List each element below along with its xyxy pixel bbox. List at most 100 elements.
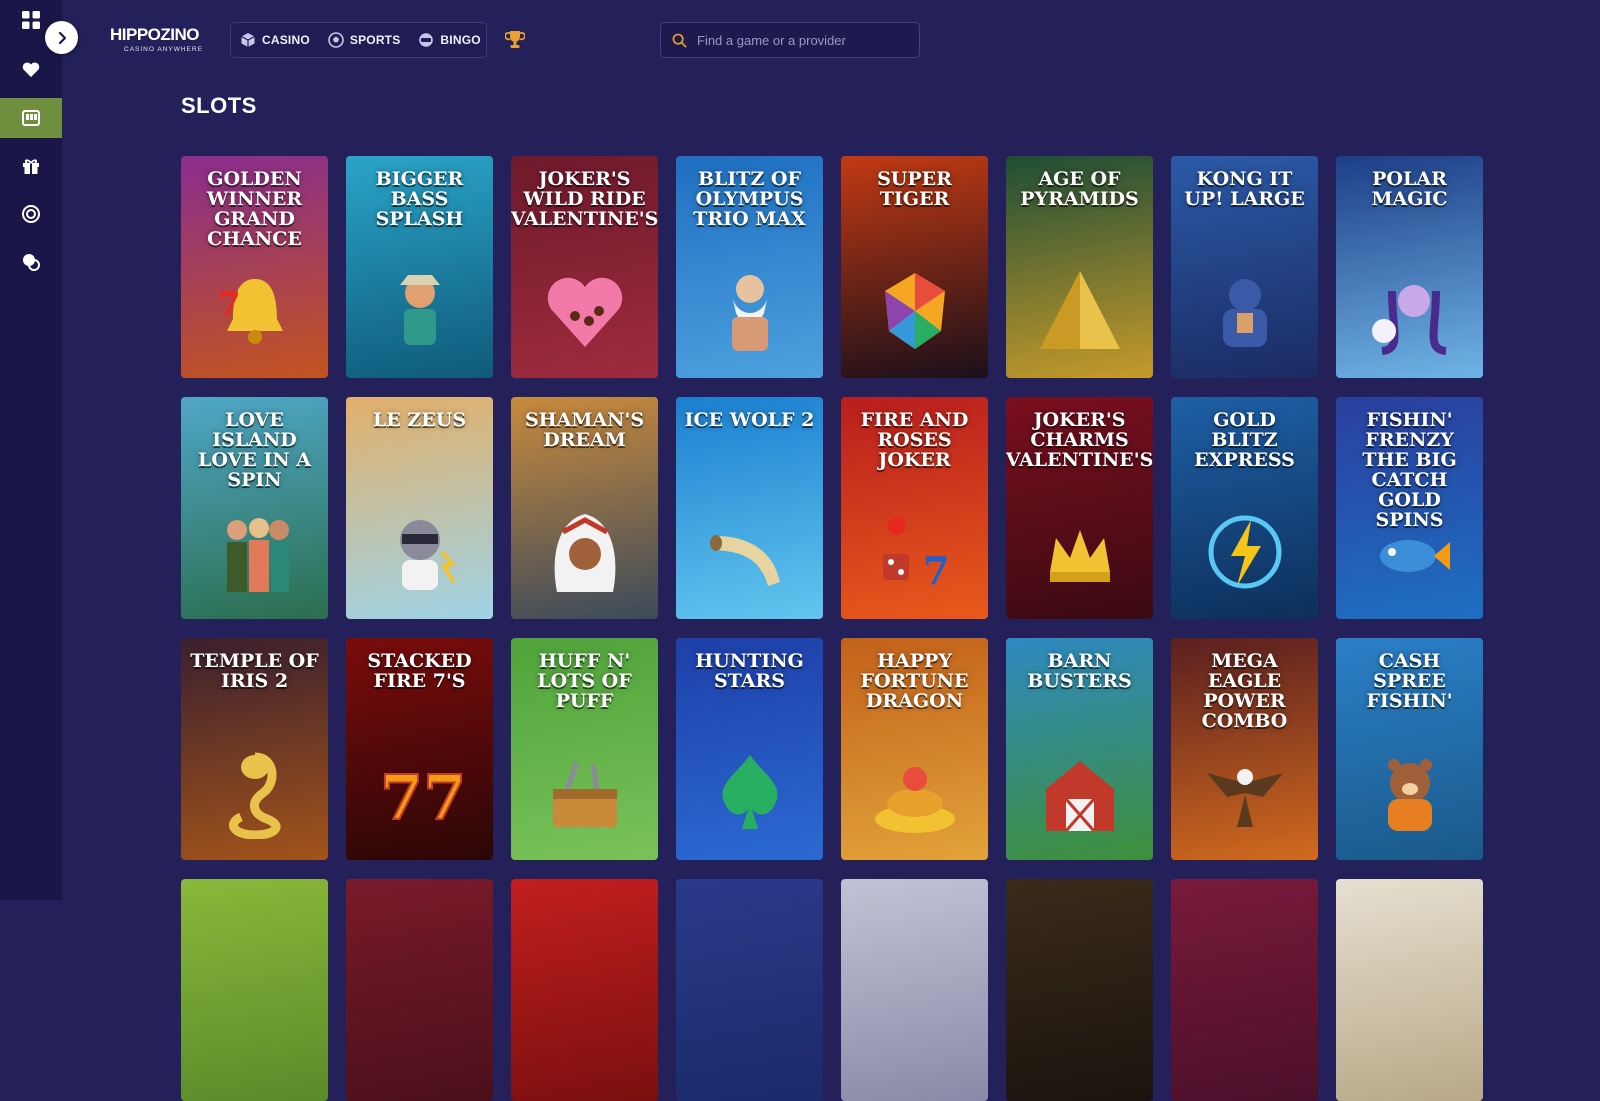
game-artwork [676,722,823,860]
game-title: Huff N' Lots of Puff [537,650,632,712]
tournaments-button[interactable] [504,29,526,51]
game-title: Love Island Love in a Spin [197,409,312,491]
game-artwork [676,481,823,619]
sidebar [0,0,62,900]
game-title: Le Zeus [372,409,467,431]
chevron-right-icon [58,31,66,44]
game-tile[interactable]: Mega Eagle Power Combo [1171,638,1318,860]
game-tile[interactable]: Love Island Love in a Spin [181,397,328,619]
game-tile[interactable] [676,879,823,1101]
game-title: Stacked Fire 7's [367,650,472,692]
game-tile[interactable]: Happy Fortune Dragon [841,638,988,860]
game-title: Gold Blitz Express [1194,409,1295,471]
game-title: Joker's Charms Valentine's [1006,409,1153,471]
game-artwork [511,722,658,860]
game-artwork: 77 [346,722,493,860]
sidebar-item-rewards[interactable] [0,194,62,234]
game-tile[interactable]: Le Zeus [346,397,493,619]
game-title: Hunting Stars [695,650,804,692]
tab-casino-label: CASINO [262,33,310,47]
game-tile[interactable]: Huff N' Lots of Puff [511,638,658,860]
sidebar-item-support[interactable] [0,242,62,282]
game-artwork [346,481,493,619]
grid-icon [22,11,40,29]
game-title: Shaman's Dream [524,409,645,451]
search-icon [672,33,687,47]
sidebar-item-promotions[interactable] [0,146,62,186]
game-tile[interactable]: Joker's Charms Valentine's [1006,397,1153,619]
logo-tagline: CASINO ANYWHERE [124,46,203,53]
game-tile[interactable]: 7 Golden Winner Grand Chance [181,156,328,378]
game-title: Golden Winner Grand Chance [206,168,303,250]
svg-text:7: 7 [217,285,241,325]
game-title: Barn Busters [1027,650,1132,692]
tab-bingo-label: BINGO [440,33,481,47]
game-tile[interactable]: Barn Busters [1006,638,1153,860]
logo-wordmark: HIPPOZINO [110,25,200,44]
tab-casino[interactable]: CASINO [240,32,310,48]
game-artwork [1006,240,1153,378]
game-artwork [676,240,823,378]
game-artwork [1171,240,1318,378]
game-artwork [1336,481,1483,619]
game-tile[interactable] [346,879,493,1101]
search-input[interactable] [697,32,907,48]
game-artwork: 7 [841,481,988,619]
game-tile[interactable]: Fishin' Frenzy The Big Catch Gold Spins [1336,397,1483,619]
chat-icon [23,254,40,271]
game-tile[interactable]: Super Tiger [841,156,988,378]
game-title: Polar Magic [1371,168,1448,210]
game-tile[interactable] [1171,879,1318,1101]
svg-text:7: 7 [923,548,949,593]
game-artwork [181,722,328,860]
game-tile[interactable]: Kong It Up! Large [1171,156,1318,378]
games-grid: 7 Golden Winner Grand Chance Bigger Bass S… [181,156,1483,1101]
hippozino-logo[interactable]: HIPPOZINO CASINO ANYWHERE [110,25,210,57]
game-tile[interactable] [511,879,658,1101]
sidebar-item-slots[interactable] [0,98,62,138]
cube-icon [241,33,255,47]
game-tile[interactable]: Age of Pyramids [1006,156,1153,378]
game-title: Cash Spree Fishin' [1366,650,1453,712]
game-artwork [511,240,658,378]
gift-icon [23,159,39,174]
game-artwork [1171,722,1318,860]
game-tile[interactable]: Joker's Wild Ride Valentine's [511,156,658,378]
game-tile[interactable] [841,879,988,1101]
game-tile[interactable]: Bigger Bass Splash [346,156,493,378]
product-tabs: CASINO SPORTS BINGO [230,22,487,58]
game-tile[interactable]: Polar Magic [1336,156,1483,378]
game-artwork [1006,722,1153,860]
game-title: Mega Eagle Power Combo [1201,650,1288,732]
game-tile[interactable]: 77 Stacked Fire 7's [346,638,493,860]
game-title: Bigger Bass Splash [375,168,464,230]
game-tile[interactable]: Shaman's Dream [511,397,658,619]
game-title: Happy Fortune Dragon [860,650,969,712]
search-bar[interactable] [660,22,920,58]
game-tile[interactable]: Cash Spree Fishin' [1336,638,1483,860]
sidebar-item-favorites[interactable] [0,50,62,90]
tab-bingo[interactable]: BINGO [418,32,481,48]
game-title: Super Tiger [877,168,952,210]
target-icon [22,205,40,223]
game-tile[interactable] [1336,879,1483,1101]
game-artwork [511,481,658,619]
sidebar-expand-button[interactable] [45,21,78,54]
game-tile[interactable]: Temple of Iris 2 [181,638,328,860]
game-tile[interactable]: Gold Blitz Express [1171,397,1318,619]
game-tile[interactable]: Hunting Stars [676,638,823,860]
slots-icon [22,110,40,126]
game-artwork [841,722,988,860]
game-title: Ice Wolf 2 [684,409,815,431]
game-artwork: 7 [181,240,328,378]
game-tile[interactable]: Ice Wolf 2 [676,397,823,619]
game-tile[interactable]: 7 Fire and Roses Joker [841,397,988,619]
game-title: Blitz of Olympus Trio Max [693,168,806,230]
game-tile[interactable] [1006,879,1153,1101]
soccer-ball-icon [328,32,344,48]
tab-sports-label: SPORTS [349,33,401,47]
svg-text:77: 77 [380,761,466,834]
game-tile[interactable]: Blitz of Olympus Trio Max [676,156,823,378]
tab-sports[interactable]: SPORTS [328,32,401,48]
game-tile[interactable] [181,879,328,1101]
